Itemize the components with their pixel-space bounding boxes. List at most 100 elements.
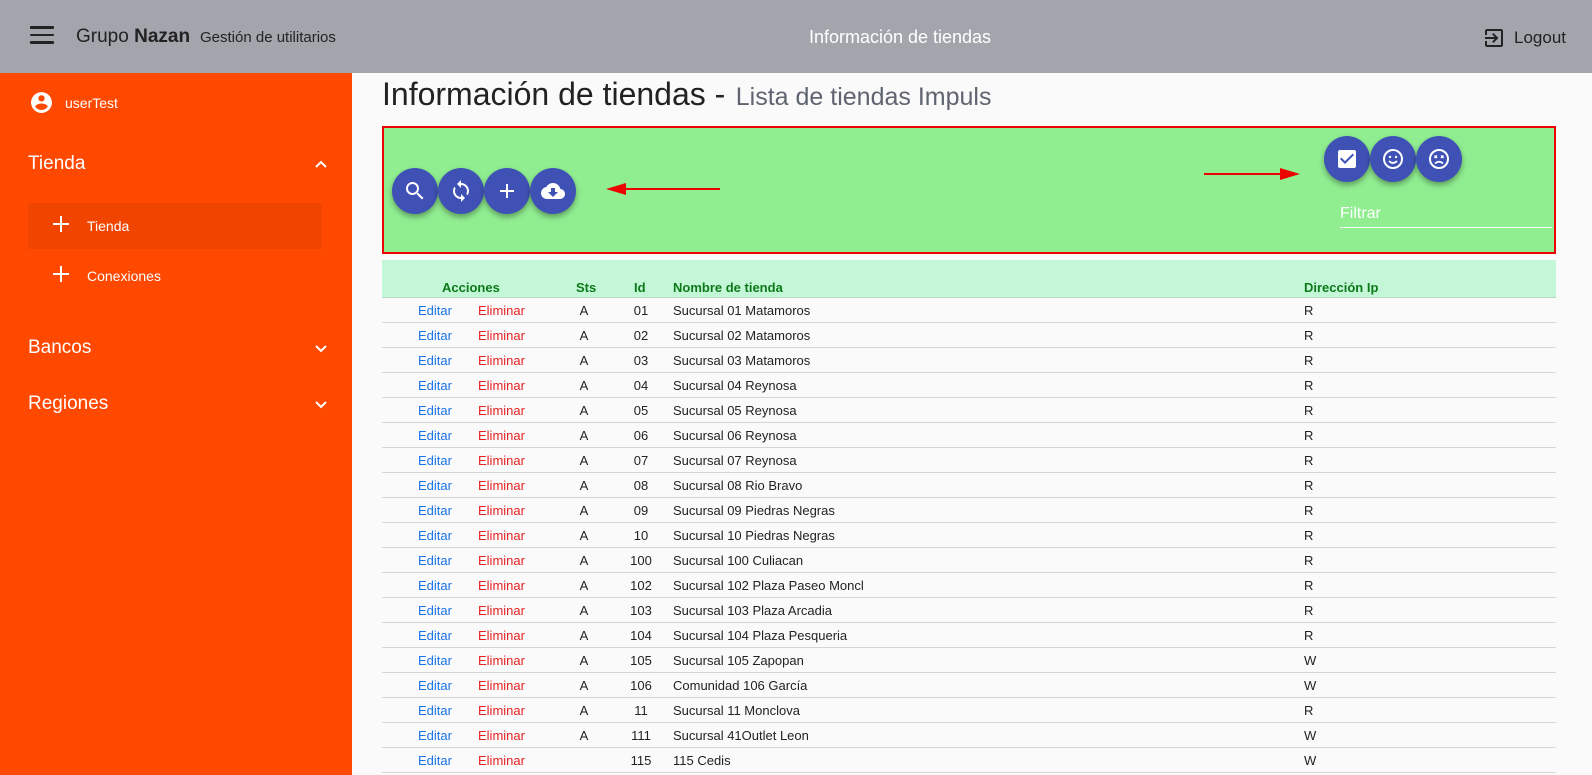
edit-link[interactable]: Editar	[418, 553, 452, 568]
delete-link[interactable]: Eliminar	[478, 453, 525, 468]
sidebar-item-label: Tienda	[87, 218, 130, 234]
edit-link[interactable]: Editar	[418, 453, 452, 468]
sidebar-group-tienda[interactable]: Tienda	[28, 149, 328, 179]
header-sts: Sts	[576, 280, 597, 295]
cell-ip: R	[1304, 478, 1314, 493]
cell-id: 06	[633, 428, 649, 443]
app-subtitle: Gestión de utilitarios	[200, 29, 336, 46]
sidebar-item-label: Conexiones	[87, 268, 161, 284]
table-row: Editar Eliminar A 05 Sucursal 05 Reynosa R	[382, 398, 1556, 423]
edit-link[interactable]: Editar	[418, 628, 452, 643]
cell-sts: A	[579, 328, 589, 343]
edit-link[interactable]: Editar	[418, 503, 452, 518]
page-title: Información de tiendas - Lista de tienda…	[382, 76, 991, 113]
table-body: Editar Eliminar A 01 Sucursal 01 Matamoros R E…	[382, 298, 1556, 773]
cell-name: Sucursal 09 Piedras Negras	[673, 503, 835, 518]
delete-link[interactable]: Eliminar	[478, 353, 525, 368]
brand-bold: Nazan	[134, 26, 191, 47]
edit-link[interactable]: Editar	[418, 578, 452, 593]
delete-link[interactable]: Eliminar	[478, 378, 525, 393]
cell-ip: W	[1304, 653, 1317, 668]
cell-name: Sucursal 07 Reynosa	[673, 453, 797, 468]
menu-icon[interactable]	[30, 26, 54, 46]
cell-ip: R	[1304, 353, 1314, 368]
cell-ip: R	[1304, 503, 1314, 518]
sidebar-group-regiones[interactable]: Regiones	[28, 389, 328, 419]
edit-link[interactable]: Editar	[418, 753, 452, 768]
arrow-right-annotation	[1204, 168, 1300, 180]
edit-link[interactable]: Editar	[418, 478, 452, 493]
table-row: Editar Eliminar A 01 Sucursal 01 Matamoros R	[382, 298, 1556, 323]
cell-ip: R	[1304, 403, 1314, 418]
cell-sts: A	[579, 378, 589, 393]
cell-id: 03	[633, 353, 649, 368]
delete-link[interactable]: Eliminar	[478, 503, 525, 518]
edit-link[interactable]: Editar	[418, 703, 452, 718]
table-row: Editar Eliminar 115 115 Cedis W	[382, 748, 1556, 773]
cell-name: 115 Cedis	[673, 753, 731, 768]
chevron-down-icon	[315, 345, 327, 353]
table-row: Editar Eliminar A 08 Sucursal 08 Rio Bravo R	[382, 473, 1556, 498]
arrow-left-annotation	[606, 183, 720, 195]
edit-link[interactable]: Editar	[418, 603, 452, 618]
cell-name: Sucursal 103 Plaza Arcadia	[673, 603, 832, 618]
delete-link[interactable]: Eliminar	[478, 328, 525, 343]
refresh-button[interactable]	[438, 168, 484, 214]
happy-filter-button[interactable]	[1370, 136, 1416, 182]
edit-link[interactable]: Editar	[418, 328, 452, 343]
delete-link[interactable]: Eliminar	[478, 653, 525, 668]
delete-link[interactable]: Eliminar	[478, 403, 525, 418]
cell-sts: A	[579, 403, 589, 418]
cell-ip: R	[1304, 578, 1314, 593]
delete-link[interactable]: Eliminar	[478, 528, 525, 543]
edit-link[interactable]: Editar	[418, 678, 452, 693]
cell-name: Sucursal 05 Reynosa	[673, 403, 797, 418]
search-button[interactable]	[392, 168, 438, 214]
logout-button[interactable]: Logout	[1482, 25, 1566, 51]
delete-link[interactable]: Eliminar	[478, 553, 525, 568]
filter-input[interactable]	[1340, 200, 1552, 227]
edit-link[interactable]: Editar	[418, 403, 452, 418]
edit-link[interactable]: Editar	[418, 428, 452, 443]
edit-link[interactable]: Editar	[418, 353, 452, 368]
header-id: Id	[634, 280, 646, 295]
cell-name: Sucursal 01 Matamoros	[673, 303, 811, 318]
smile-icon	[1383, 149, 1403, 169]
delete-link[interactable]: Eliminar	[478, 628, 525, 643]
brand-prefix: Grupo	[76, 26, 129, 47]
cell-sts: A	[579, 678, 589, 693]
delete-link[interactable]: Eliminar	[478, 428, 525, 443]
cloud-download-icon	[541, 183, 565, 199]
delete-link[interactable]: Eliminar	[478, 753, 525, 768]
edit-link[interactable]: Editar	[418, 303, 452, 318]
cell-id: 111	[631, 728, 651, 743]
cell-name: Comunidad 106 García	[673, 678, 808, 693]
edit-link[interactable]: Editar	[418, 653, 452, 668]
delete-link[interactable]: Eliminar	[478, 728, 525, 743]
table-row: Editar Eliminar A 07 Sucursal 07 Reynosa R	[382, 448, 1556, 473]
sad-filter-button[interactable]	[1416, 136, 1462, 182]
cell-sts: A	[579, 503, 589, 518]
edit-link[interactable]: Editar	[418, 528, 452, 543]
cell-sts: A	[579, 478, 589, 493]
delete-link[interactable]: Eliminar	[478, 703, 525, 718]
filter-field	[1340, 200, 1552, 228]
table-row: Editar Eliminar A 103 Sucursal 103 Plaza Arc…	[382, 598, 1556, 623]
delete-link[interactable]: Eliminar	[478, 603, 525, 618]
delete-link[interactable]: Eliminar	[478, 303, 525, 318]
delete-link[interactable]: Eliminar	[478, 678, 525, 693]
cell-id: 105	[630, 653, 652, 668]
delete-link[interactable]: Eliminar	[478, 578, 525, 593]
add-button[interactable]	[484, 168, 530, 214]
active-filter-button[interactable]	[1324, 136, 1370, 182]
delete-link[interactable]: Eliminar	[478, 478, 525, 493]
download-button[interactable]	[530, 168, 576, 214]
edit-link[interactable]: Editar	[418, 378, 452, 393]
header-title: Información de tiendas	[808, 27, 992, 47]
edit-link[interactable]: Editar	[418, 728, 452, 743]
sidebar-item-conexiones[interactable]: Conexiones	[28, 253, 322, 299]
table-row: Editar Eliminar A 06 Sucursal 06 Reynosa R	[382, 423, 1556, 448]
sidebar: userTest Tienda Tienda Conexiones Bancos…	[0, 73, 352, 775]
sidebar-item-tienda[interactable]: Tienda	[28, 203, 322, 249]
sidebar-group-bancos[interactable]: Bancos	[28, 333, 328, 363]
